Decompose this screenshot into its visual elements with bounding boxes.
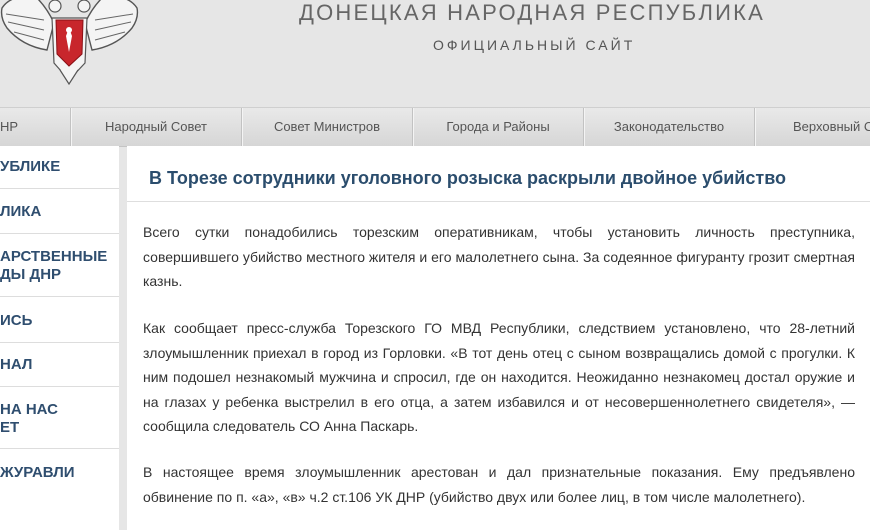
site-header: ДОНЕЦКАЯ НАРОДНАЯ РЕСПУБЛИКА ОФИЦИАЛЬНЫЙ… [0, 0, 870, 107]
sidebar-item-label-line2: ДЫ ДНР [0, 266, 62, 283]
sidebar-item-label: НА НАС [0, 401, 58, 418]
nav-item-people-council[interactable]: Народный Совет [71, 108, 241, 146]
sidebar-item-label: НАЛ [0, 356, 33, 373]
sidebar-divider [0, 342, 119, 343]
sidebar-item-journal[interactable]: НАЛ [0, 356, 119, 374]
sidebar-item-write[interactable]: ИСЬ [0, 312, 119, 330]
sidebar-item-label: ЛИКА [0, 203, 42, 220]
site-title: ДОНЕЦКАЯ НАРОДНАЯ РЕСПУБЛИКА [299, 0, 765, 25]
sidebar-divider [0, 188, 119, 189]
sidebar-item-state-awards[interactable]: АРСТВЕННЫЕ ДЫ ДНР [0, 248, 119, 284]
sidebar-divider [0, 386, 119, 387]
article-title: В Торезе сотрудники уголовного розыска р… [149, 168, 787, 188]
sidebar-item-about-republic[interactable]: УБЛИКЕ [0, 158, 119, 176]
nav-item-council-of-ministers[interactable]: Совет Министров [242, 108, 412, 146]
sidebar-divider [0, 296, 119, 297]
site-subtitle: ОФИЦИАЛЬНЫЙ САЙТ [433, 37, 636, 53]
sidebar-item-label: УБЛИКЕ [0, 158, 61, 175]
sidebar: УБЛИКЕ ЛИКА АРСТВЕННЫЕ ДЫ ДНР ИСЬ НАЛ НА… [0, 146, 119, 530]
nav-item-supreme[interactable]: Верховный С [755, 108, 870, 146]
article-paragraph: Как сообщает пресс-служба Торезского ГО … [143, 320, 855, 434]
nav-item-legislation[interactable]: Законодательство [584, 108, 754, 146]
sidebar-item-label: АРСТВЕННЫЕ [0, 248, 108, 265]
coat-of-arms-icon[interactable] [0, 0, 147, 88]
sidebar-item-label: ЖУРАВЛИ [0, 464, 75, 481]
sidebar-divider [0, 233, 119, 234]
article-paragraph: Всего сутки понадобились торезским опера… [143, 224, 855, 289]
sidebar-divider [0, 448, 119, 449]
article-paragraph: В настоящее время злоумышленник арестова… [143, 464, 855, 505]
article-content: В Торезе сотрудники уголовного розыска р… [127, 146, 870, 530]
title-divider [127, 201, 870, 202]
nav-item-dnr[interactable]: НР [0, 108, 70, 146]
nav-item-cities-districts[interactable]: Города и Районы [413, 108, 583, 146]
sidebar-item-label-line2: ЕТ [0, 419, 20, 436]
sidebar-item-cranes[interactable]: ЖУРАВЛИ [0, 464, 119, 482]
sidebar-item-republic[interactable]: ЛИКА [0, 203, 119, 221]
sidebar-item-label: ИСЬ [0, 312, 33, 329]
sidebar-item-about-us[interactable]: НА НАС ЕТ [0, 401, 119, 437]
main-navigation: НР Народный Совет Совет Министров Города… [0, 107, 870, 147]
